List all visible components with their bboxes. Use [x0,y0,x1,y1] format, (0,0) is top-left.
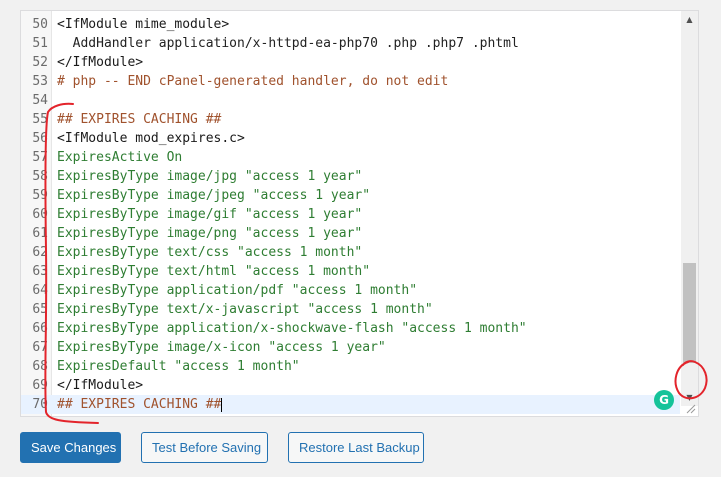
grammarly-icon[interactable]: G [654,390,674,410]
code-text-content: ExpiresByType application/pdf "access 1 … [57,283,418,298]
line-number: 69 [32,378,48,393]
code-line[interactable]: 58 ExpiresByType image/jpg "access 1 year… [21,167,680,186]
code-line[interactable]: 64 ExpiresByType application/pdf "access … [21,281,680,300]
code-line[interactable]: 56 <IfModule mod_expires.c> [21,129,680,148]
code-line[interactable]: 69 </IfModule> [21,376,680,395]
code-line[interactable]: 54 [21,91,680,110]
code-text-content: ExpiresByType text/html "access 1 month" [57,264,371,279]
line-number: 52 [32,55,48,70]
text-cursor [221,397,223,412]
line-number: 51 [32,36,48,51]
test-before-saving-button[interactable]: Test Before Saving [141,432,268,463]
code-text[interactable]: ExpiresByType application/pdf "access 1 … [57,281,417,300]
code-text[interactable]: AddHandler application/x-httpd-ea-php70 … [57,34,519,53]
line-number: 53 [32,74,48,89]
code-text[interactable]: ExpiresByType image/gif "access 1 year" [57,205,362,224]
code-line[interactable]: 67 ExpiresByType image/x-icon "access 1 y… [21,338,680,357]
code-text[interactable]: # php -- END cPanel-generated handler, d… [57,72,448,91]
vertical-scrollbar[interactable]: ▲ ▼ [681,11,698,406]
code-line[interactable]: 61 ExpiresByType image/png "access 1 year… [21,224,680,243]
code-text-content: ExpiresActive On [57,150,183,165]
resize-handle-icon[interactable] [686,404,696,414]
code-text[interactable]: ExpiresByType image/jpeg "access 1 year" [57,186,370,205]
code-text[interactable]: ExpiresByType text/x-javascript "access … [57,300,433,319]
code-line[interactable]: 53 # php -- END cPanel-generated handler,… [21,72,680,91]
code-text[interactable]: <IfModule mime_module> [57,15,229,34]
scrollbar-thumb[interactable] [683,262,696,363]
code-text-content: ExpiresByType image/x-icon "access 1 yea… [57,340,386,355]
code-text-content: ExpiresDefault "access 1 month" [57,359,300,374]
code-line[interactable]: 52 </IfModule> [21,53,680,72]
code-line[interactable]: 60 ExpiresByType image/gif "access 1 year… [21,205,680,224]
code-text-content: ExpiresByType application/x-shockwave-fl… [57,321,527,336]
line-number: 68 [32,359,48,374]
code-text[interactable]: ExpiresByType application/x-shockwave-fl… [57,319,527,338]
line-number: 70 [32,397,48,412]
code-text-content: ExpiresByType image/png "access 1 year" [57,226,363,241]
code-text-content: ExpiresByType image/jpg "access 1 year" [57,169,363,184]
code-line[interactable]: 51 AddHandler application/x-httpd-ea-php… [21,34,680,53]
code-text-content: <IfModule mime_module> [57,17,230,32]
code-text[interactable]: </IfModule> [57,376,143,395]
restore-last-backup-button[interactable]: Restore Last Backup [288,432,424,463]
code-line[interactable]: 63 ExpiresByType text/html "access 1 mont… [21,262,680,281]
line-number: 63 [32,264,48,279]
code-line[interactable]: 66 ExpiresByType application/x-shockwave-… [21,319,680,338]
code-text[interactable]: ## EXPIRES CACHING ## [57,395,223,414]
line-number: 61 [32,226,48,241]
line-number: 67 [32,340,48,355]
line-number: 66 [32,321,48,336]
line-number: 65 [32,302,48,317]
scroll-up-arrow-icon[interactable]: ▲ [681,11,698,28]
code-text-content: </IfModule> [57,55,144,70]
code-line[interactable]: 62 ExpiresByType text/css "access 1 month… [21,243,680,262]
code-line[interactable]: 50 <IfModule mime_module> [21,15,680,34]
line-number: 62 [32,245,48,260]
line-number: 54 [32,93,48,108]
code-text[interactable]: ExpiresByType image/x-icon "access 1 yea… [57,338,386,357]
code-line[interactable]: 55 ## EXPIRES CACHING ## [21,110,680,129]
code-text[interactable]: ExpiresDefault "access 1 month" [57,357,300,376]
code-text-content: ExpiresByType text/x-javascript "access … [57,302,433,317]
line-number: 58 [32,169,48,184]
code-lines[interactable]: 50 <IfModule mime_module> 51 AddHandler ap… [21,15,680,414]
code-text-content: AddHandler application/x-httpd-ea-php70 … [57,36,519,51]
code-line[interactable]: 65 ExpiresByType text/x-javascript "acces… [21,300,680,319]
code-text[interactable]: ExpiresByType text/css "access 1 month" [57,243,362,262]
code-text-content: ## EXPIRES CACHING ## [57,112,222,127]
code-text[interactable]: ExpiresByType image/jpg "access 1 year" [57,167,362,186]
code-editor[interactable]: 50 <IfModule mime_module> 51 AddHandler ap… [20,10,699,417]
code-line[interactable]: 57 ExpiresActive On [21,148,680,167]
line-number: 56 [32,131,48,146]
line-number: 57 [32,150,48,165]
code-text-content: </IfModule> [57,378,144,393]
code-line[interactable]: 59 ExpiresByType image/jpeg "access 1 yea… [21,186,680,205]
code-text-content: <IfModule mod_expires.c> [57,131,245,146]
code-text-content: ExpiresByType image/gif "access 1 year" [57,207,363,222]
code-text[interactable]: ## EXPIRES CACHING ## [57,110,221,129]
code-text[interactable]: ExpiresByType image/png "access 1 year" [57,224,362,243]
line-number: 55 [32,112,48,127]
line-number: 60 [32,207,48,222]
code-text-content: ## EXPIRES CACHING ## [57,397,222,412]
line-number: 64 [32,283,48,298]
code-text[interactable]: <IfModule mod_expires.c> [57,129,245,148]
code-text[interactable]: ExpiresByType text/html "access 1 month" [57,262,370,281]
code-text-content: # php -- END cPanel-generated handler, d… [57,74,449,89]
save-changes-button[interactable]: Save Changes [20,432,121,463]
line-number: 59 [32,188,48,203]
code-text-content: ExpiresByType image/jpeg "access 1 year" [57,188,371,203]
code-line[interactable]: 70 ## EXPIRES CACHING ## [21,395,680,414]
code-text[interactable]: ExpiresActive On [57,148,182,167]
code-text[interactable]: </IfModule> [57,53,143,72]
line-number: 50 [32,17,48,32]
code-text-content: ExpiresByType text/css "access 1 month" [57,245,363,260]
code-line[interactable]: 68 ExpiresDefault "access 1 month" [21,357,680,376]
